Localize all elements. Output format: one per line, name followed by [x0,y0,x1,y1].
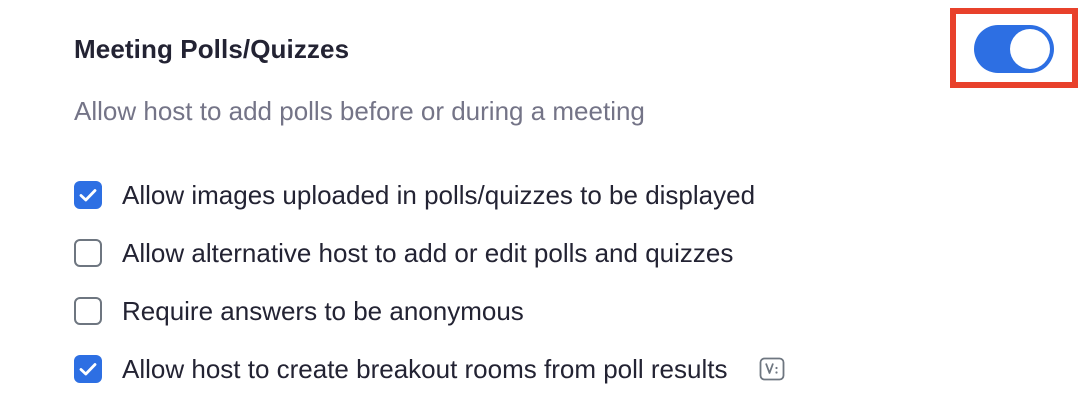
option-label: Allow alternative host to add or edit po… [122,237,734,268]
option-label: Allow images uploaded in polls/quizzes t… [122,179,756,210]
option-breakout-rooms[interactable]: Allow host to create breakout rooms from… [74,352,785,386]
checkmark-icon [79,189,97,202]
polls-setting-panel: Meeting Polls/Quizzes Allow host to add … [0,0,1091,408]
checkbox-unchecked[interactable] [74,239,102,267]
checkbox-checked[interactable] [74,355,102,383]
option-allow-images[interactable]: Allow images uploaded in polls/quizzes t… [74,178,755,212]
toggle-knob [1010,29,1050,69]
checkmark-icon [79,363,97,376]
checkbox-unchecked[interactable] [74,297,102,325]
v-badge-icon[interactable] [759,357,785,381]
option-alt-host-edit[interactable]: Allow alternative host to add or edit po… [74,236,733,270]
polls-enable-toggle[interactable] [974,25,1054,73]
setting-title: Meeting Polls/Quizzes [74,34,350,64]
checkbox-checked[interactable] [74,181,102,209]
option-label: Allow host to create breakout rooms from… [122,353,728,384]
setting-description: Allow host to add polls before or during… [74,96,645,126]
option-label: Require answers to be anonymous [122,295,524,326]
option-anonymous-answers[interactable]: Require answers to be anonymous [74,294,524,328]
